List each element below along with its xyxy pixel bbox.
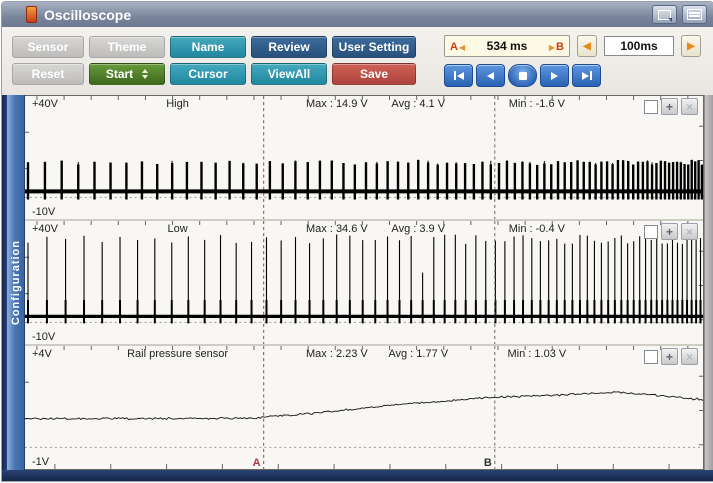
app-icon	[26, 6, 37, 23]
channel-name-label: Low	[167, 223, 187, 235]
start-button-label: Start	[106, 67, 133, 81]
cursor-b-indicator: B	[556, 41, 564, 53]
skip-start-icon	[454, 71, 456, 80]
close-icon: ×	[686, 226, 693, 238]
theme-button[interactable]: Theme	[89, 36, 165, 58]
range-top-label: +40V	[32, 223, 58, 235]
close-panel-button[interactable]: ×	[681, 348, 698, 365]
max-stat: Max : 34.6 V	[306, 223, 368, 235]
zoom-plus-button[interactable]: +	[661, 98, 678, 115]
window-bottom-frame	[2, 470, 713, 481]
min-stat: Min : -1.6 V	[509, 98, 565, 110]
zoom-plus-button[interactable]: +	[661, 223, 678, 240]
ab-cursor-time-box[interactable]: A◀ 534 ms ▶B	[444, 35, 570, 57]
review-button[interactable]: Review	[251, 36, 327, 58]
toolbar-button-grid: Sensor Theme Name Review User Setting Re…	[12, 36, 416, 85]
title-bar: Oscilloscope	[2, 2, 713, 28]
plus-icon: +	[666, 226, 673, 238]
sensor-button[interactable]: Sensor	[12, 36, 84, 58]
min-stat: Min : 1.03 V	[508, 348, 567, 360]
range-top-label: +4V	[32, 348, 52, 360]
user-setting-button[interactable]: User Setting	[332, 36, 416, 58]
cursor-b-label[interactable]: B	[484, 457, 492, 469]
oscilloscope-window: Oscilloscope Sensor Theme Name Review Us…	[1, 1, 713, 482]
channel-checkbox[interactable]	[644, 100, 658, 114]
playback-controls	[444, 64, 701, 87]
range-bottom-label: -1V	[32, 456, 49, 468]
save-button[interactable]: Save	[332, 63, 416, 85]
channel-name-label: Rail pressure sensor	[127, 348, 228, 360]
cursor-b-arrow-icon: ▶	[549, 43, 555, 52]
channel-checkbox[interactable]	[644, 225, 658, 239]
channel-checkbox[interactable]	[644, 350, 658, 364]
right-arrow-icon: ▶	[687, 41, 695, 52]
stop-icon	[519, 72, 527, 80]
start-button[interactable]: Start	[89, 63, 165, 85]
cursor-a-label[interactable]: A	[253, 457, 261, 469]
plus-icon: +	[666, 101, 673, 113]
restore-icon	[658, 10, 671, 20]
window-title: Oscilloscope	[44, 7, 647, 23]
step-back-button[interactable]	[476, 64, 505, 87]
channel-name-label: High	[166, 98, 189, 110]
reset-button[interactable]: Reset	[12, 63, 84, 85]
time-controls: A◀ 534 ms ▶B ◀ 100ms ▶	[444, 35, 701, 87]
interval-value: 100ms	[604, 36, 674, 56]
avg-stat: Avg : 3.9 V	[391, 223, 445, 235]
plus-icon: +	[666, 351, 673, 363]
configuration-tab-label: Configuration	[10, 240, 22, 325]
restore-window-button[interactable]	[652, 5, 677, 24]
avg-stat: Avg : 4.1 V	[391, 98, 445, 110]
window-right-frame	[704, 95, 713, 470]
scope-panel-rail-pressure: +4V Rail pressure sensor Max : 2.23 V Av…	[25, 346, 703, 469]
waveform-low	[25, 221, 703, 344]
close-panel-button[interactable]: ×	[681, 98, 698, 115]
toolbar: Sensor Theme Name Review User Setting Re…	[2, 27, 713, 96]
range-bottom-label: -10V	[32, 331, 55, 343]
layout-toggle-button[interactable]	[682, 5, 707, 24]
scope-panel-low: +40V Low Max : 34.6 V Avg : 3.9 V Min : …	[25, 221, 703, 344]
name-button[interactable]: Name	[170, 36, 246, 58]
skip-start-button[interactable]	[444, 64, 473, 87]
close-panel-button[interactable]: ×	[681, 223, 698, 240]
step-forward-button[interactable]	[540, 64, 569, 87]
cursor-a-arrow-icon: ◀	[459, 43, 465, 52]
waveform-high	[25, 96, 703, 219]
range-top-label: +40V	[32, 98, 58, 110]
waveform-rail-pressure	[25, 346, 703, 469]
step-back-icon	[487, 72, 494, 80]
close-icon: ×	[686, 351, 693, 363]
start-spinner-icon[interactable]	[142, 69, 148, 79]
scope-panels: +40V High Max : 14.9 V Avg : 4.1 V Min :…	[25, 95, 704, 470]
layout-icon	[687, 9, 702, 20]
cursor-button[interactable]: Cursor	[170, 63, 246, 85]
viewall-button[interactable]: ViewAll	[251, 63, 327, 85]
avg-stat: Avg : 1.77 V	[388, 348, 448, 360]
max-stat: Max : 2.23 V	[306, 348, 368, 360]
content-area: Configuration +40V High Max : 14.9 V Avg…	[2, 95, 713, 470]
range-bottom-label: -10V	[32, 206, 55, 218]
zoom-plus-button[interactable]: +	[661, 348, 678, 365]
left-arrow-icon: ◀	[583, 41, 591, 52]
max-stat: Max : 14.9 V	[306, 98, 368, 110]
skip-end-button[interactable]	[572, 64, 601, 87]
scope-panel-high: +40V High Max : 14.9 V Avg : 4.1 V Min :…	[25, 96, 703, 219]
interval-increase-button[interactable]: ▶	[681, 35, 701, 57]
min-stat: Min : -0.4 V	[509, 223, 565, 235]
step-forward-icon	[551, 72, 558, 80]
interval-decrease-button[interactable]: ◀	[577, 35, 597, 57]
ab-time-value: 534 ms	[487, 39, 528, 53]
skip-end-icon	[582, 72, 589, 80]
close-icon: ×	[686, 101, 693, 113]
cursor-a-indicator: A	[450, 41, 458, 53]
configuration-tab[interactable]: Configuration	[7, 95, 25, 470]
stop-button[interactable]	[508, 64, 537, 87]
